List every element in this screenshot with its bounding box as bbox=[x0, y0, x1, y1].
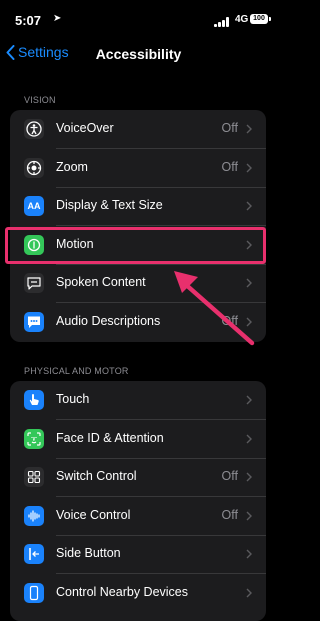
row-label: Audio Descriptions bbox=[56, 313, 161, 328]
row-label: Face ID & Attention bbox=[56, 430, 164, 445]
row-label: Control Nearby Devices bbox=[56, 584, 188, 599]
hand-icon bbox=[24, 390, 44, 410]
chevron-right-icon bbox=[246, 163, 252, 173]
chevron-right-icon bbox=[246, 472, 252, 482]
row-face-id-attention[interactable]: Face ID & Attention bbox=[10, 420, 266, 459]
cellular-signal-icon bbox=[214, 17, 230, 27]
row-display-text-size[interactable]: AA Display & Text Size bbox=[10, 187, 266, 226]
chevron-right-icon bbox=[246, 201, 252, 211]
row-value: Off bbox=[221, 159, 238, 174]
row-zoom[interactable]: Zoom Off bbox=[10, 149, 266, 188]
status-time: 5:07 bbox=[15, 13, 42, 28]
speech-bubble-icon bbox=[24, 273, 44, 294]
switch-control-icon bbox=[24, 467, 44, 488]
row-label: Voice Control bbox=[56, 507, 131, 522]
row-switch-control[interactable]: Switch Control Off bbox=[10, 458, 266, 497]
row-label: VoiceOver bbox=[56, 121, 114, 135]
network-type: 4G bbox=[235, 14, 249, 25]
location-arrow-icon: ➤ bbox=[53, 13, 62, 24]
row-value: Off bbox=[221, 121, 238, 135]
text-size-icon: AA bbox=[24, 196, 44, 217]
battery-level: 100 bbox=[253, 15, 265, 22]
battery-icon: 100 bbox=[250, 14, 268, 24]
row-label: Display & Text Size bbox=[56, 198, 163, 213]
zoom-icon bbox=[24, 157, 44, 178]
row-control-nearby-devices[interactable]: Control Nearby Devices bbox=[10, 574, 266, 613]
voiceover-icon bbox=[24, 119, 44, 139]
chevron-right-icon bbox=[246, 434, 252, 444]
chevron-right-icon bbox=[246, 588, 252, 598]
row-label: Side Button bbox=[56, 546, 121, 561]
row-touch[interactable]: Touch bbox=[10, 381, 266, 420]
chevron-right-icon bbox=[246, 395, 252, 405]
row-value: Off bbox=[221, 507, 238, 522]
annotation-arrow-icon bbox=[174, 271, 255, 346]
audio-description-icon bbox=[24, 311, 44, 332]
row-voice-control[interactable]: Voice Control Off bbox=[10, 497, 266, 536]
row-side-button[interactable]: Side Button bbox=[10, 535, 266, 574]
row-label: Zoom bbox=[56, 159, 88, 174]
page-title: Accessibility bbox=[95, 46, 182, 62]
row-label: Spoken Content bbox=[56, 275, 146, 290]
voice-control-icon bbox=[24, 505, 44, 526]
chevron-right-icon bbox=[246, 124, 252, 134]
row-label: Touch bbox=[56, 392, 90, 406]
row-value: Off bbox=[221, 469, 238, 484]
chevron-right-icon bbox=[246, 549, 252, 559]
status-bar: 5:07 ➤ 4G 100 bbox=[0, 0, 277, 40]
row-voiceover[interactable]: VoiceOver Off bbox=[10, 110, 266, 149]
battery-tip bbox=[269, 17, 271, 21]
face-id-icon bbox=[24, 428, 44, 449]
navigation-bar: Settings Accessibility bbox=[0, 40, 277, 70]
section-header-physical-motor: PHYSICAL AND MOTOR bbox=[24, 366, 129, 376]
side-button-icon bbox=[24, 544, 44, 565]
section-header-vision: VISION bbox=[24, 95, 56, 105]
row-label: Switch Control bbox=[56, 469, 137, 484]
chevron-right-icon bbox=[246, 511, 252, 521]
physical-motor-group: Touch Face ID & Attention Switch Control… bbox=[10, 381, 266, 621]
